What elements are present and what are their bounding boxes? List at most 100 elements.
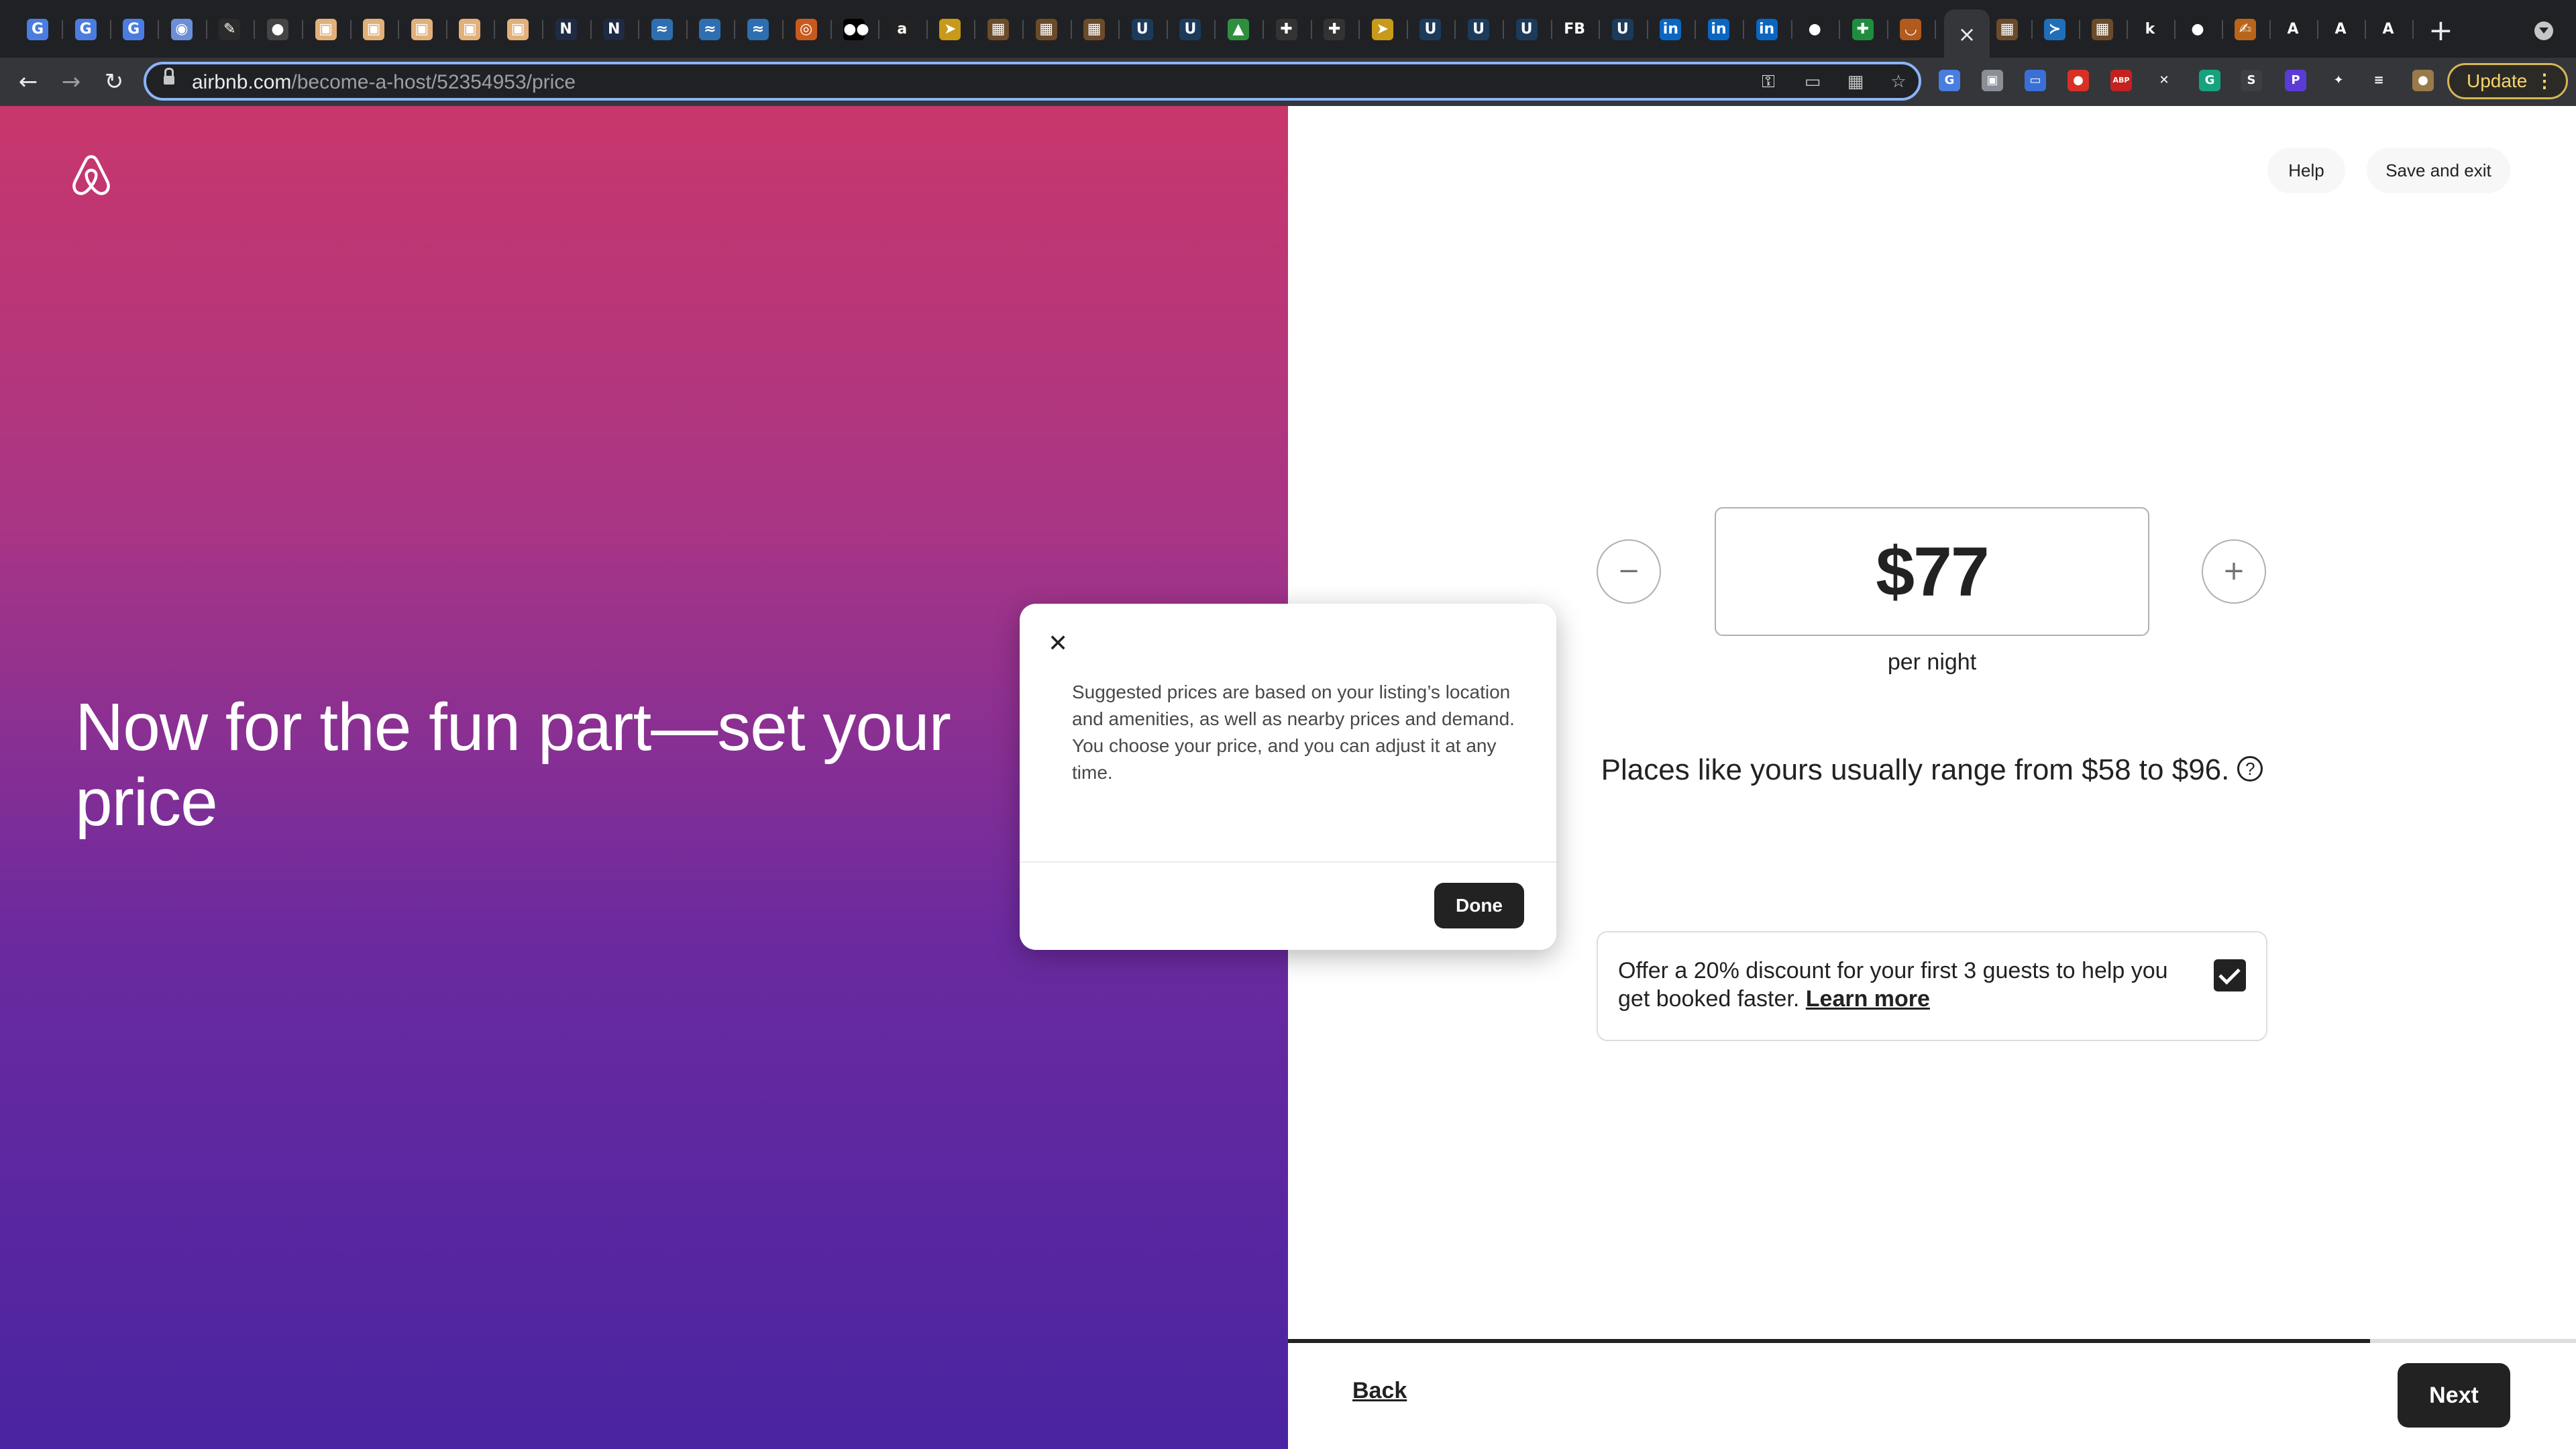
s-ext-icon[interactable]: S [2241,70,2262,91]
done-button[interactable]: Done [1434,883,1524,928]
notion-page-icon[interactable]: ▣ [411,19,433,40]
bird-yellow-icon[interactable]: ➤ [939,19,961,40]
photo-icon[interactable]: ▦ [1035,19,1057,40]
apple-icon[interactable]: ● [1804,19,1826,40]
tab-separator [1118,20,1120,39]
qr-code-icon[interactable]: ▦ [1846,72,1865,91]
back-button[interactable]: Back [1352,1378,1407,1404]
google-translate-icon[interactable]: G [123,19,145,40]
photo-icon[interactable]: ▦ [987,19,1009,40]
photo-icon[interactable]: ▦ [2092,19,2113,40]
bird-icon[interactable]: ≈ [651,19,673,40]
notion-page-icon[interactable]: ▣ [363,19,385,40]
forward-arrow-icon[interactable]: → [55,66,87,98]
tab-separator [2412,20,2414,39]
save-and-exit-button[interactable]: Save and exit [2367,148,2510,193]
back-arrow-icon[interactable]: ← [12,66,44,98]
tab-separator [398,20,400,39]
tab-separator [2174,20,2176,39]
puzzle-ext-icon[interactable]: ✦ [2328,70,2349,91]
key-blocked-icon[interactable]: ⚿ [1759,72,1778,91]
n-app-icon[interactable]: N [603,19,625,40]
tab-separator [638,20,640,39]
p-ext-icon[interactable]: P [2285,70,2306,91]
upwork-icon[interactable]: U [1131,19,1153,40]
learn-more-link[interactable]: Learn more [1806,986,1930,1012]
google-sheets-icon[interactable]: ✚ [1851,19,1874,40]
upwork-icon[interactable]: U [1515,19,1538,40]
airbnb-tab-icon[interactable]: A [2377,19,2399,40]
reading-list-icon[interactable]: ≡ [2368,70,2390,91]
notion-page-icon[interactable]: ▣ [315,19,337,40]
price-value[interactable]: $77 [1716,533,2148,612]
airbnb-tab-icon[interactable]: A [2282,19,2304,40]
calendar-ext-icon[interactable]: ▭ [2025,70,2046,91]
bird-icon[interactable]: ≈ [699,19,721,40]
address-bar[interactable]: airbnb.com/become-a-host/52354953/price … [144,62,1921,101]
price-input[interactable]: $77 [1715,507,2149,636]
plus-app-icon[interactable]: ✚ [1324,19,1346,40]
reload-icon[interactable]: ↻ [98,66,130,98]
decrement-price-button[interactable]: − [1597,539,1661,604]
url-text[interactable]: airbnb.com/become-a-host/52354953/price [192,71,576,94]
upwork-icon[interactable]: U [1611,19,1633,40]
globe-icon[interactable]: ● [267,19,288,40]
vscode-icon[interactable]: ≻ [2044,19,2065,40]
translate-ext-icon[interactable]: G [1939,70,1960,91]
linkedin-icon[interactable]: in [1660,19,1682,40]
amazon-icon[interactable]: a [891,19,913,40]
bird-icon[interactable]: ≈ [747,19,769,40]
grammarly-ext-icon[interactable]: G [2199,70,2220,91]
airbnb-logo-icon[interactable] [71,153,111,197]
airbnb-tab-icon[interactable]: A [2330,19,2351,40]
help-button[interactable]: Help [2267,148,2345,193]
github-icon[interactable]: ● [2187,19,2208,40]
app-icon[interactable]: ◉ [170,19,193,40]
google-translate-icon[interactable]: G [27,19,48,40]
close-icon[interactable]: ✕ [1048,632,1068,656]
upwork-icon[interactable]: U [1179,19,1201,40]
plus-app-icon[interactable]: ✚ [1275,19,1297,40]
new-tab-button[interactable]: + [2428,13,2453,48]
new-guest-discount-option[interactable]: Offer a 20% discount for your first 3 gu… [1597,931,2267,1041]
photo-icon[interactable]: ▦ [1996,19,2018,40]
tab-close-icon[interactable]: × [1944,21,1990,47]
ext-box-icon[interactable]: ▣ [1982,70,2003,91]
bird-yellow-icon[interactable]: ➤ [1371,19,1393,40]
browser-menu-icon[interactable]: ⋮ [2535,65,2554,97]
medium-icon[interactable]: ●● [843,19,869,40]
profile-avatar-icon[interactable]: ● [2412,70,2434,91]
google-drive-icon[interactable]: ▲ [1228,19,1249,40]
abp-ext-icon[interactable]: ABP [2110,70,2132,91]
tab-separator [1646,20,1648,39]
amazon-smile-icon[interactable]: ◡ [1900,19,1922,40]
upwork-icon[interactable]: U [1419,19,1442,40]
linkedin-icon[interactable]: in [1708,19,1729,40]
chart-icon[interactable]: ✎ [219,19,241,40]
discount-checkbox[interactable] [2214,959,2246,991]
notion-page-icon[interactable]: ▣ [507,19,529,40]
lock-icon[interactable] [164,68,174,85]
photo-icon[interactable]: ▦ [1083,19,1106,40]
red-ext-icon[interactable]: ● [2068,70,2089,91]
x-ext-icon[interactable]: ✕ [2153,70,2175,91]
tab-separator [1935,20,1937,39]
k-app-icon[interactable]: k [2139,19,2161,40]
cast-icon[interactable]: ▭ [1803,72,1822,91]
bookmark-star-icon[interactable]: ☆ [1889,72,1908,91]
update-button[interactable]: Update ⋮ [2447,63,2568,99]
next-button[interactable]: Next [2398,1363,2510,1428]
hand-icon[interactable]: ✍ [2235,19,2256,40]
linkedin-icon[interactable]: in [1756,19,1778,40]
question-mark-icon[interactable]: ? [2237,756,2263,782]
increment-price-button[interactable]: + [2202,539,2266,604]
fb-icon[interactable]: FB [1564,19,1586,40]
google-translate-icon[interactable]: G [74,19,97,40]
search-orange-icon[interactable]: ◎ [795,19,817,40]
upwork-icon[interactable]: U [1468,19,1489,40]
notion-page-icon[interactable]: ▣ [459,19,481,40]
n-app-icon[interactable]: N [555,19,577,40]
tab-separator [2269,20,2271,39]
active-tab[interactable]: × [1944,9,1990,58]
tab-search-icon[interactable] [2534,21,2553,40]
